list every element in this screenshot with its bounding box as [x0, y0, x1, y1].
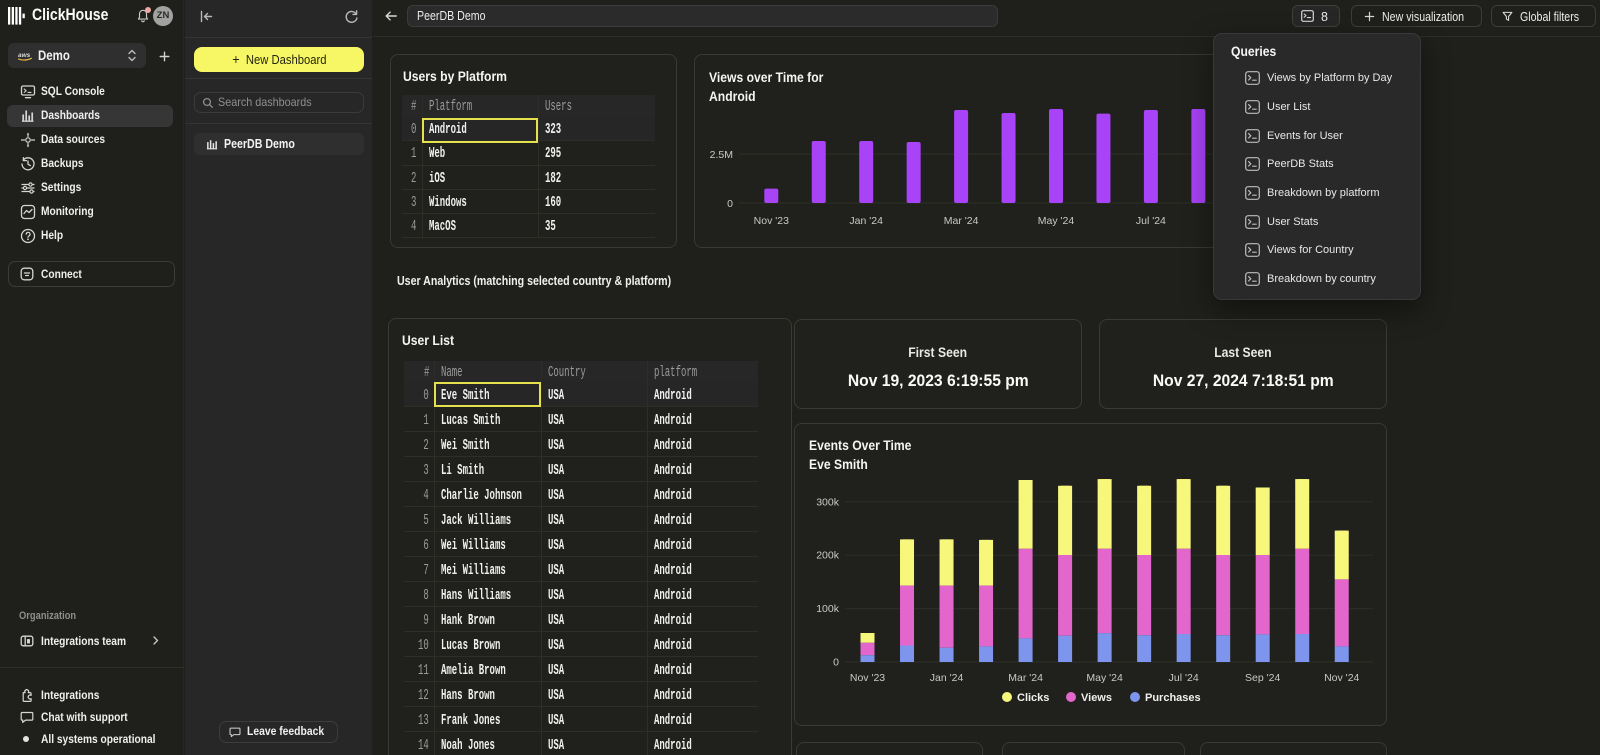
svg-text:Sep '24: Sep '24	[1245, 672, 1280, 684]
svg-text:0: 0	[727, 198, 733, 210]
svg-text:Jan '24: Jan '24	[930, 672, 964, 684]
svg-text:May '24: May '24	[1086, 672, 1123, 684]
svg-text:Nov '24: Nov '24	[1324, 672, 1359, 684]
svg-text:Nov '23: Nov '23	[754, 215, 789, 227]
svg-text:Nov '23: Nov '23	[850, 672, 885, 684]
svg-text:2.5M: 2.5M	[710, 149, 733, 161]
svg-text:Mar '24: Mar '24	[944, 215, 979, 227]
svg-text:0: 0	[833, 657, 839, 669]
svg-text:Jan '24: Jan '24	[849, 215, 883, 227]
svg-text:100k: 100k	[816, 603, 840, 615]
svg-text:aws: aws	[18, 52, 31, 59]
svg-text:Jul '24: Jul '24	[1136, 215, 1166, 227]
svg-text:Mar '24: Mar '24	[1008, 672, 1043, 684]
svg-text:Clicks: Clicks	[1017, 692, 1049, 704]
svg-text:300k: 300k	[816, 496, 840, 508]
svg-text:Jul '24: Jul '24	[1169, 672, 1199, 684]
svg-text:Purchases: Purchases	[1145, 692, 1201, 704]
svg-text:200k: 200k	[816, 550, 840, 562]
svg-text:Views: Views	[1081, 692, 1112, 704]
svg-text:May '24: May '24	[1038, 215, 1075, 227]
